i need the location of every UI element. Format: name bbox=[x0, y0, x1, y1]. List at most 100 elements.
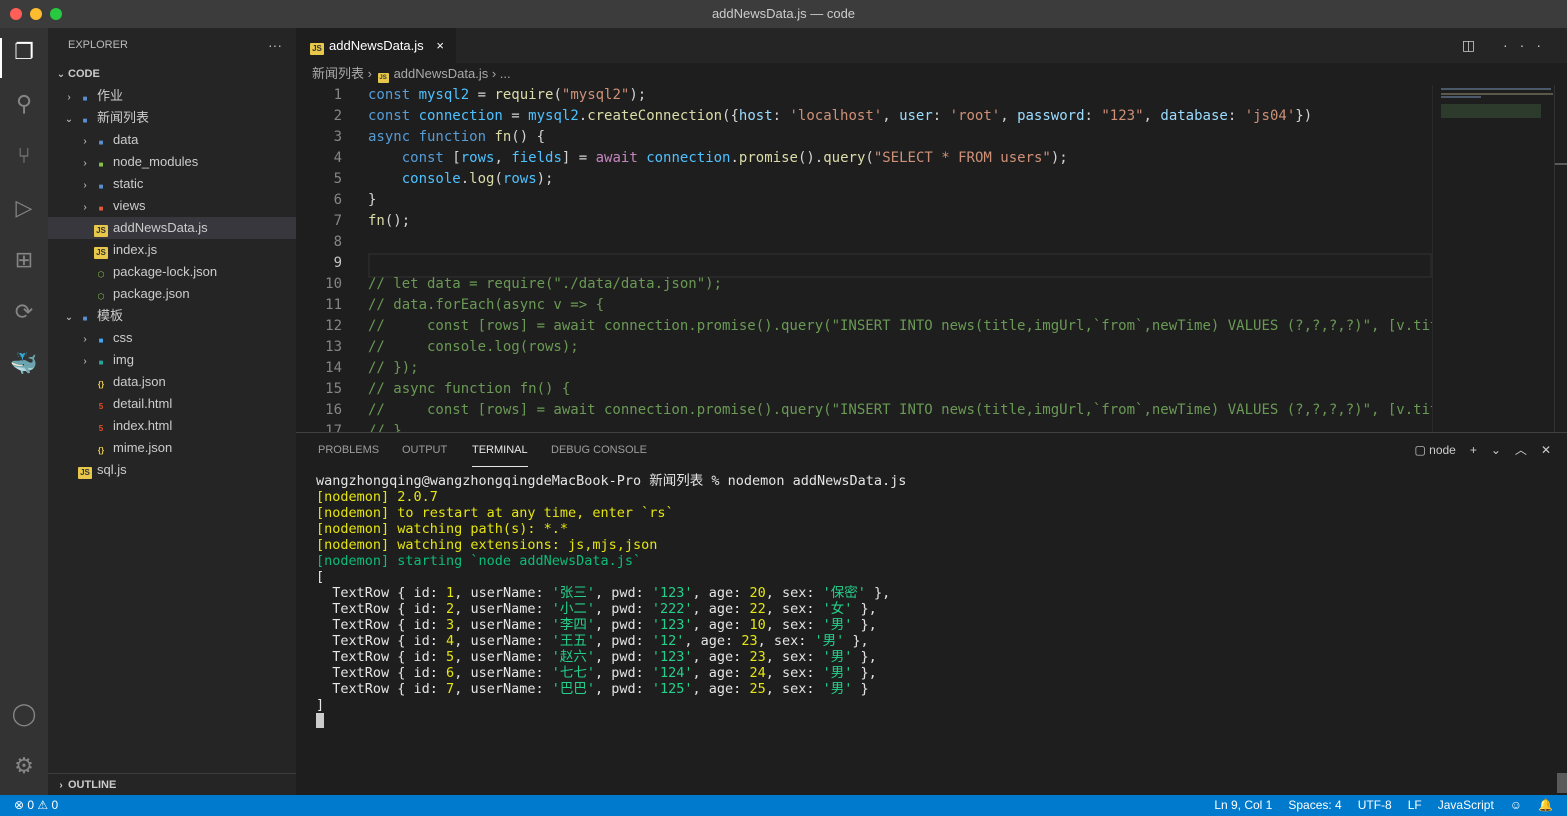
close-tab-button[interactable]: × bbox=[436, 28, 444, 63]
code-token: : bbox=[1084, 108, 1102, 124]
terminal-text: , userName: bbox=[454, 681, 552, 697]
line-ending[interactable]: LF bbox=[1408, 795, 1422, 816]
run-debug-icon[interactable]: ▷ bbox=[10, 194, 38, 222]
code-line[interactable]: 8 bbox=[296, 232, 1432, 253]
tab-debug-console[interactable]: DEBUG CONSOLE bbox=[551, 443, 647, 467]
maximize-panel-icon[interactable]: ︿ bbox=[1515, 441, 1527, 458]
code-line[interactable]: 5 console.log(rows); bbox=[296, 169, 1432, 190]
problems-status[interactable]: ⊗ 0 ⚠ 0 bbox=[14, 795, 58, 816]
tree-item[interactable]: JS index.js bbox=[48, 239, 296, 261]
tree-item[interactable]: › ■ 作业 bbox=[48, 85, 296, 107]
code-token: }) bbox=[1295, 108, 1313, 124]
tree-item[interactable]: › ■ static bbox=[48, 173, 296, 195]
editor-scrollbar[interactable] bbox=[1554, 85, 1567, 432]
tab-addnewsdata[interactable]: JS addNewsData.js × bbox=[296, 28, 456, 63]
tree-item[interactable]: › ■ img bbox=[48, 349, 296, 371]
tree-item[interactable]: › ■ data bbox=[48, 129, 296, 151]
terminal-text: 22 bbox=[749, 601, 766, 617]
search-icon[interactable]: ⚲ bbox=[10, 90, 38, 118]
code-editor[interactable]: 1 const mysql2 = require("mysql2"); 2 const… bbox=[296, 85, 1432, 432]
terminal-line: TextRow { id: 7, userName: '巴巴', pwd: '1… bbox=[316, 681, 906, 697]
tree-item[interactable]: › ■ views bbox=[48, 195, 296, 217]
extensions-icon[interactable]: ⊞ bbox=[10, 246, 38, 274]
terminal-text: TextRow { id: bbox=[316, 601, 447, 617]
workspace-section[interactable]: ⌄ CODE bbox=[48, 63, 296, 85]
tree-item[interactable]: ⌄ ■ 模板 bbox=[48, 305, 296, 327]
close-window-button[interactable] bbox=[10, 8, 22, 20]
terminal-dropdown-icon[interactable]: ⌄ bbox=[1491, 443, 1501, 457]
code-line[interactable]: 10 // let data = require("./data/data.jso… bbox=[296, 274, 1432, 295]
tab-output[interactable]: OUTPUT bbox=[402, 443, 447, 467]
new-terminal-button[interactable]: + bbox=[1470, 443, 1477, 457]
code-line[interactable]: 2 const connection = mysql2.createConnect… bbox=[296, 106, 1432, 127]
code-line[interactable]: 3 async function fn() { bbox=[296, 127, 1432, 148]
code-line[interactable]: 6} bbox=[296, 190, 1432, 211]
window-controls[interactable] bbox=[10, 8, 62, 20]
breadcrumb-symbol[interactable]: ... bbox=[500, 66, 511, 81]
more-actions-button[interactable]: ··· bbox=[268, 28, 282, 63]
tree-item[interactable]: 5 index.html bbox=[48, 415, 296, 437]
docker-icon[interactable]: 🐳 bbox=[10, 350, 38, 378]
source-control-icon[interactable]: ⑂ bbox=[10, 142, 38, 170]
tree-item[interactable]: {} data.json bbox=[48, 371, 296, 393]
line-number: 1 bbox=[333, 87, 342, 103]
code-line[interactable]: 7 fn(); bbox=[296, 211, 1432, 232]
terminal-text: , pwd: bbox=[595, 681, 652, 697]
code-token: . bbox=[578, 108, 588, 124]
code-line[interactable]: 13 // console.log(rows); bbox=[296, 337, 1432, 358]
terminal-text: , sex: bbox=[765, 585, 823, 601]
tree-item[interactable]: ⬡ package-lock.json bbox=[48, 261, 296, 283]
feedback-icon[interactable]: ☺ bbox=[1510, 795, 1522, 816]
account-icon[interactable]: ◯ bbox=[10, 700, 38, 728]
indentation[interactable]: Spaces: 4 bbox=[1288, 795, 1341, 816]
tree-item[interactable]: ⌄ ■ 新闻列表 bbox=[48, 107, 296, 129]
settings-gear-icon[interactable]: ⚙ bbox=[10, 752, 38, 780]
tree-item[interactable]: › ■ node_modules bbox=[48, 151, 296, 173]
tree-item[interactable]: {} mime.json bbox=[48, 437, 296, 459]
tree-item-label: 新闻列表 bbox=[97, 110, 150, 125]
encoding[interactable]: UTF-8 bbox=[1358, 795, 1392, 816]
tree-item-label: static bbox=[113, 176, 144, 191]
cursor-position[interactable]: Ln 9, Col 1 bbox=[1214, 795, 1272, 816]
code-line[interactable]: 17 // } bbox=[296, 421, 1432, 432]
explorer-icon[interactable]: ❐ bbox=[10, 38, 38, 66]
remote-icon[interactable]: ⟳ bbox=[10, 298, 38, 326]
outline-section[interactable]: › OUTLINE bbox=[48, 773, 296, 795]
zoom-window-button[interactable] bbox=[50, 8, 62, 20]
json-icon: {} bbox=[97, 380, 105, 389]
minimize-window-button[interactable] bbox=[30, 8, 42, 20]
editor-tabs: JS addNewsData.js × ◫ ··· bbox=[296, 28, 1567, 63]
notifications-bell-icon[interactable]: 🔔 bbox=[1538, 795, 1553, 816]
code-line[interactable]: 16 // const [rows] = await connection.pro… bbox=[296, 400, 1432, 421]
chevron-right-icon: › bbox=[83, 158, 87, 169]
breadcrumb: 新闻列表 › JS addNewsData.js › ... bbox=[312, 66, 511, 83]
tree-item[interactable]: ⬡ package.json bbox=[48, 283, 296, 305]
code-line[interactable]: 14 // }); bbox=[296, 358, 1432, 379]
tab-terminal[interactable]: TERMINAL bbox=[472, 443, 528, 467]
scroll-thumb[interactable] bbox=[1555, 163, 1567, 165]
tree-item[interactable]: JS addNewsData.js bbox=[48, 217, 296, 239]
code-line[interactable]: 9 bbox=[296, 253, 1432, 278]
breadcrumb-file[interactable]: addNewsData.js bbox=[394, 66, 489, 81]
tab-problems[interactable]: PROBLEMS bbox=[318, 443, 379, 467]
code-line[interactable]: 12 // const [rows] = await connection.pro… bbox=[296, 316, 1432, 337]
tree-item[interactable]: › ■ css bbox=[48, 327, 296, 349]
split-editor-and-more-buttons[interactable]: ◫ ··· bbox=[1462, 28, 1553, 63]
code-line[interactable]: 11 // data.forEach(async v => { bbox=[296, 295, 1432, 316]
code-line[interactable]: 15 // async function fn() { bbox=[296, 379, 1432, 400]
breadcrumb-folder[interactable]: 新闻列表 bbox=[312, 66, 364, 81]
terminal-text: , age: bbox=[692, 585, 750, 601]
terminal-scrollbar[interactable] bbox=[1557, 773, 1567, 793]
terminal-line: TextRow { id: 3, userName: '李四', pwd: '1… bbox=[316, 617, 906, 633]
code-line[interactable]: 4 const [rows, fields] = await connectio… bbox=[296, 148, 1432, 169]
code-line[interactable]: 1 const mysql2 = require("mysql2"); bbox=[296, 85, 1432, 106]
terminal-line: [ bbox=[316, 569, 906, 585]
close-panel-icon[interactable]: ✕ bbox=[1541, 443, 1551, 457]
language-mode[interactable]: JavaScript bbox=[1438, 795, 1494, 816]
tree-item[interactable]: 5 detail.html bbox=[48, 393, 296, 415]
terminal-output[interactable]: wangzhongqing@wangzhongqingdeMacBook-Pro… bbox=[316, 473, 906, 729]
code-token: fields bbox=[511, 150, 562, 166]
terminal-selector[interactable]: ▢ node bbox=[1414, 443, 1455, 457]
minimap[interactable] bbox=[1432, 85, 1554, 432]
tree-item[interactable]: JS sql.js bbox=[48, 459, 296, 481]
